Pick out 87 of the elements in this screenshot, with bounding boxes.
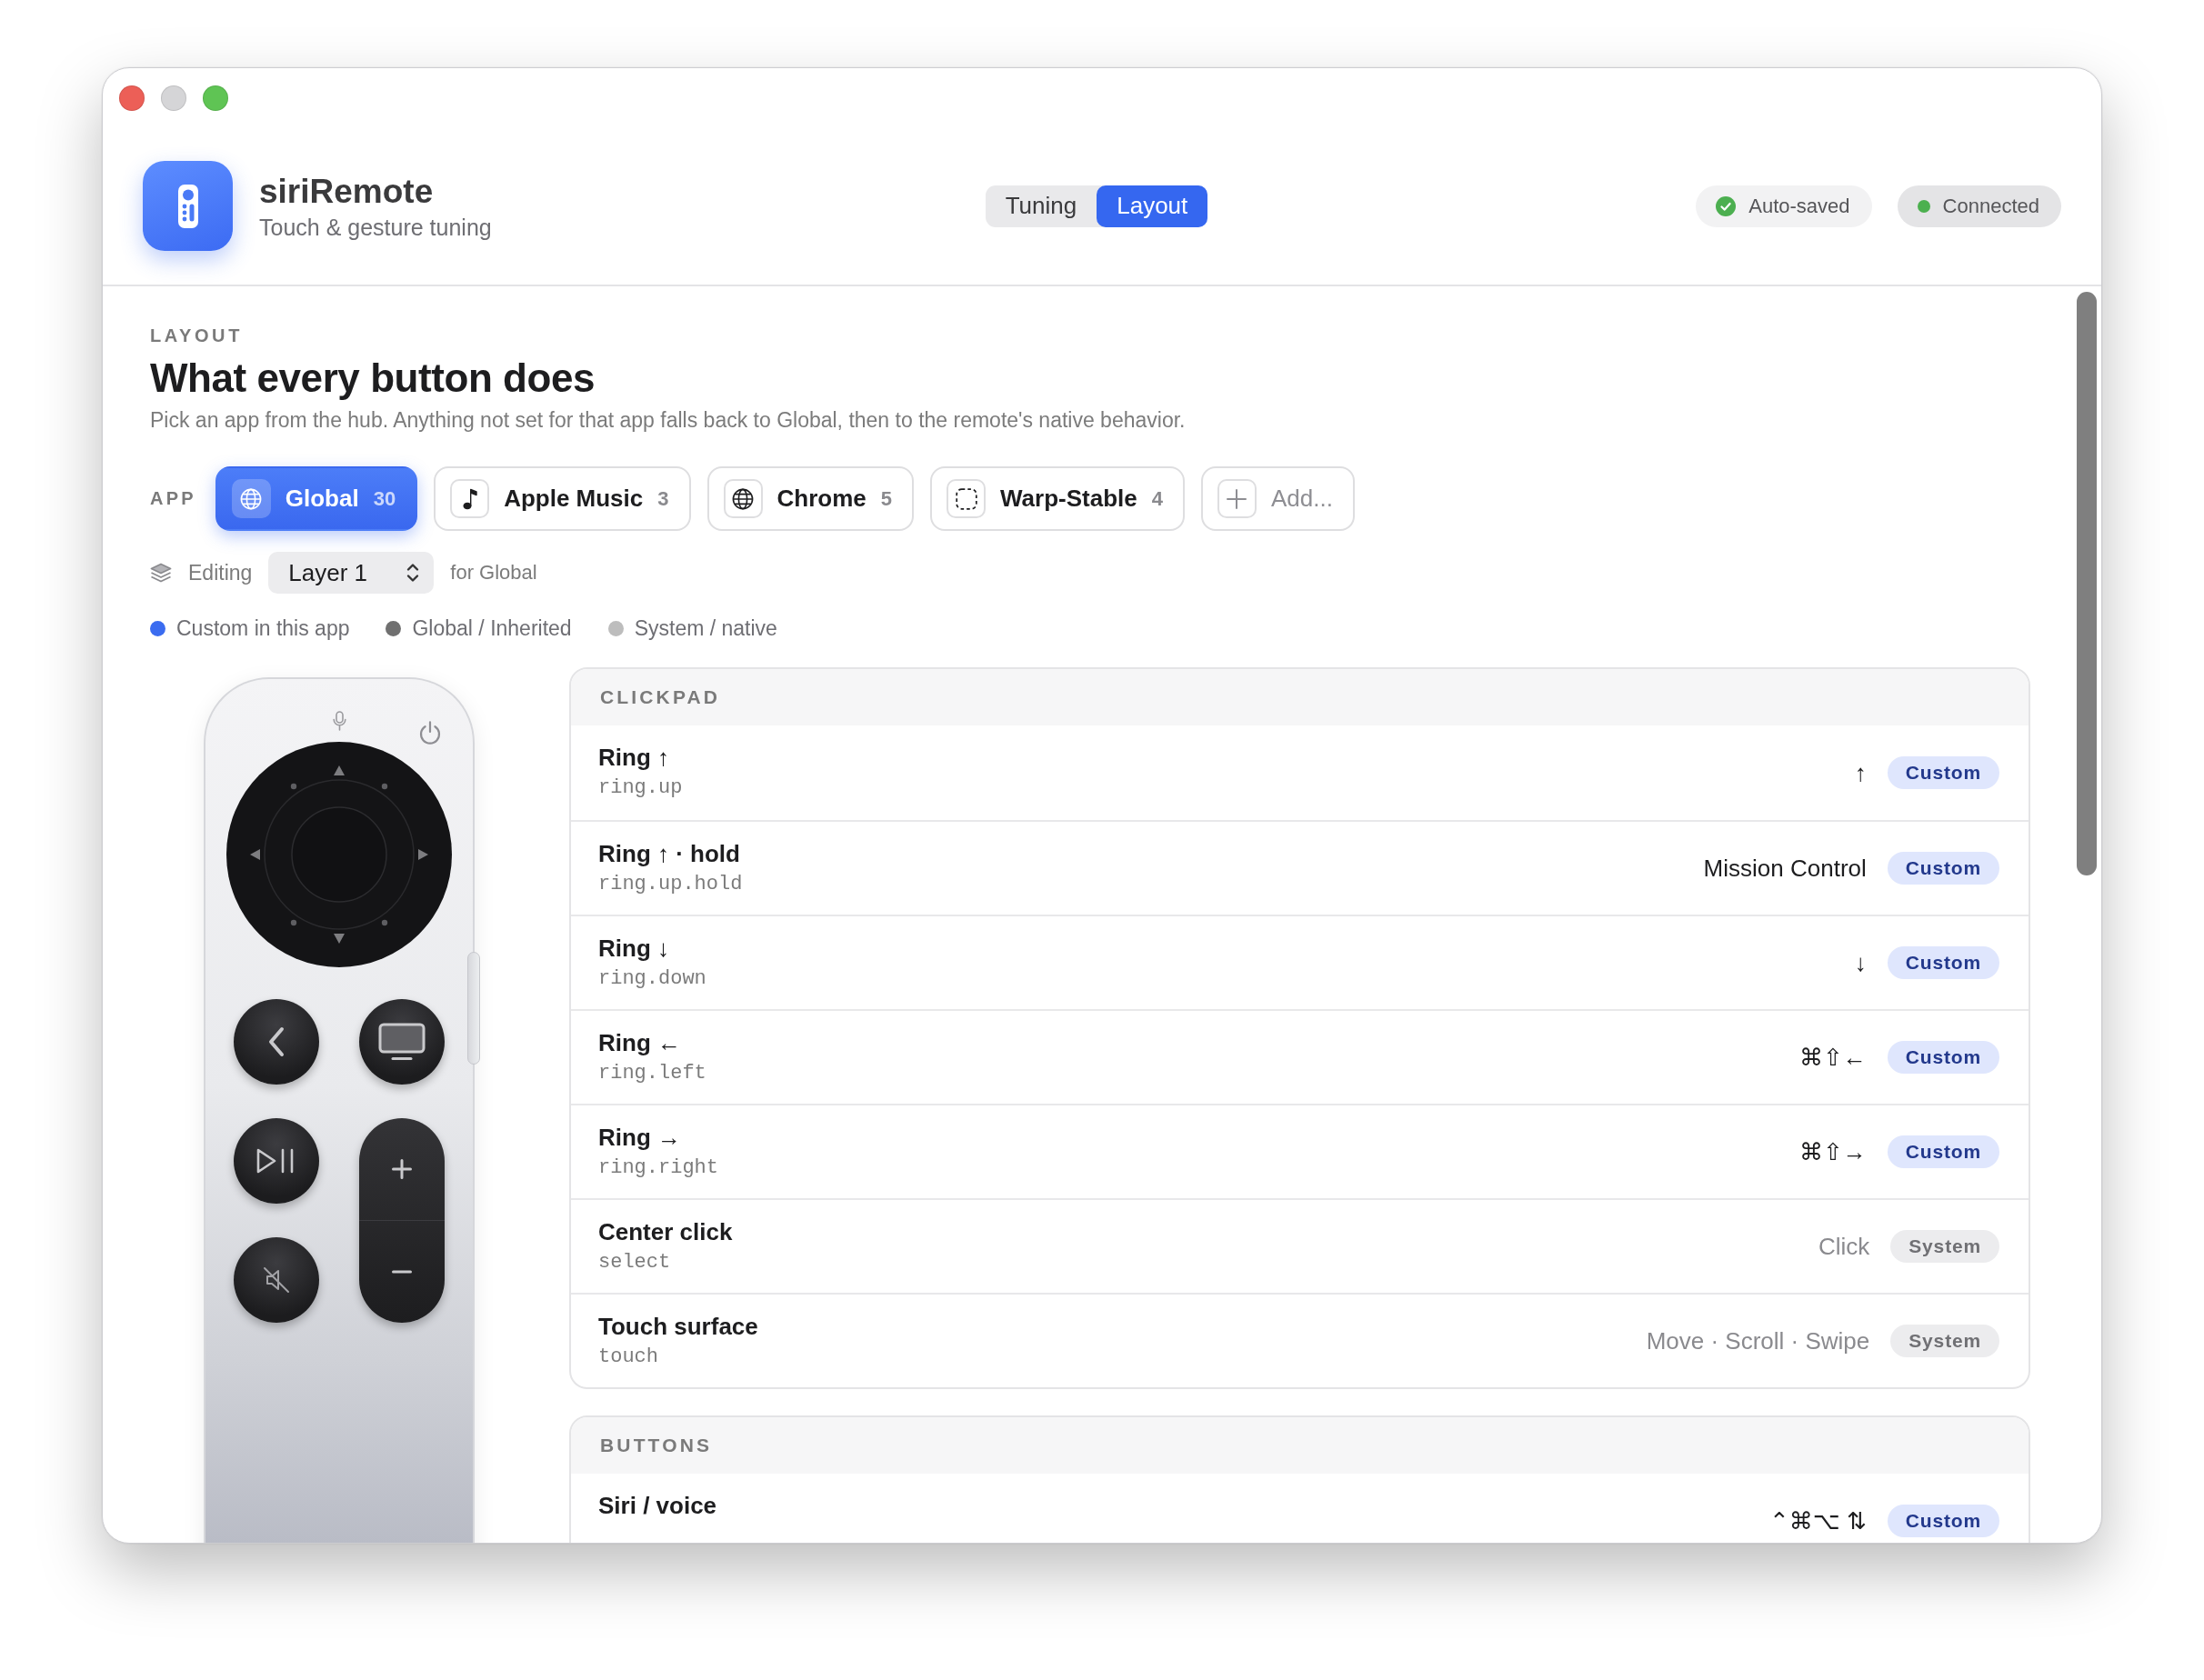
tv-button[interactable] bbox=[359, 999, 445, 1085]
status-label: Connected bbox=[1942, 194, 2039, 218]
section-header: CLICKPAD bbox=[571, 669, 2029, 725]
mapping-key: ring.down bbox=[598, 967, 706, 991]
dot-icon bbox=[381, 783, 388, 790]
legend-label: System / native bbox=[634, 615, 777, 641]
mode-tab[interactable]: Layout bbox=[1097, 185, 1208, 227]
mapping-title: Touch surface bbox=[598, 1312, 758, 1341]
triangle-icon bbox=[250, 849, 260, 860]
status-label: Auto-saved bbox=[1748, 194, 1850, 218]
globe-icon bbox=[231, 479, 271, 518]
play-pause-button[interactable] bbox=[234, 1118, 319, 1204]
app-chip[interactable]: Global 30 bbox=[215, 466, 418, 531]
app-title: siriRemote bbox=[259, 171, 434, 212]
mapping-value: Move · Scroll · Swipe bbox=[1646, 1326, 1870, 1355]
source-badge: Custom bbox=[1887, 946, 1999, 979]
mapping-key: ring.up.hold bbox=[598, 873, 743, 896]
mapping-title: Ring ↑ · hold bbox=[598, 839, 740, 868]
mapping-key: select bbox=[598, 1251, 671, 1275]
mapping-value: ⌘⇧→ bbox=[1799, 1137, 1867, 1166]
mapping-value: ↓ bbox=[1854, 948, 1867, 977]
mapping-title: Siri / voice bbox=[598, 1491, 717, 1520]
close-button[interactable] bbox=[119, 85, 145, 111]
app-subtitle: Touch & gesture tuning bbox=[259, 213, 492, 241]
back-button[interactable] bbox=[234, 999, 319, 1085]
source-badge: Custom bbox=[1887, 756, 1999, 789]
section-eyebrow: LAYOUT bbox=[150, 325, 243, 346]
mapping-title: Ring ← bbox=[598, 1028, 681, 1057]
source-badge: Custom bbox=[1887, 1041, 1999, 1074]
check-circle-icon bbox=[1716, 195, 1737, 216]
scope-label: for Global bbox=[450, 561, 537, 585]
source-badge: Custom bbox=[1887, 1505, 1999, 1537]
layer-select[interactable]: Layer 1 bbox=[268, 552, 435, 594]
zoom-button[interactable] bbox=[203, 85, 228, 111]
mapping-key: ring.right bbox=[598, 1156, 719, 1180]
legend-label: Global / Inherited bbox=[412, 615, 572, 641]
app-chip[interactable]: Warp-Stable 4 bbox=[930, 466, 1185, 531]
tv-icon bbox=[378, 1023, 426, 1061]
power-icon[interactable] bbox=[418, 721, 442, 745]
speaker-slash-icon bbox=[263, 1266, 290, 1294]
status-dot-icon bbox=[1917, 199, 1930, 213]
volume-rocker[interactable] bbox=[359, 1118, 445, 1323]
triangle-icon bbox=[418, 849, 428, 860]
globe-icon bbox=[723, 479, 763, 518]
app-picker-label: APP bbox=[150, 488, 196, 509]
mapping-value: Mission Control bbox=[1703, 854, 1867, 883]
scrollbar[interactable] bbox=[2077, 292, 2097, 875]
microphone-icon bbox=[332, 711, 346, 731]
dot-icon bbox=[290, 919, 297, 926]
clickpad[interactable] bbox=[226, 742, 452, 967]
mute-button[interactable] bbox=[234, 1237, 319, 1323]
plus-icon bbox=[392, 1159, 412, 1179]
minus-icon bbox=[392, 1270, 412, 1274]
section-header: BUTTONS bbox=[571, 1417, 2029, 1474]
mapping-key: ring.up bbox=[598, 776, 683, 800]
mapping-title: Ring ↓ bbox=[598, 934, 669, 963]
mapping-value: ↑ bbox=[1854, 758, 1867, 787]
remote-icon bbox=[143, 161, 233, 251]
mapping-title: Ring ↑ bbox=[598, 743, 669, 772]
editing-label: Editing bbox=[188, 560, 253, 585]
chevron-up-down-icon bbox=[406, 563, 420, 583]
music-note-icon bbox=[450, 479, 490, 518]
page-title: What every button does bbox=[150, 355, 596, 402]
mapping-value: Click bbox=[1818, 1232, 1870, 1261]
source-badge: Custom bbox=[1887, 852, 1999, 885]
mapping-value: ⌃⌘⌥ ⇅ bbox=[1769, 1506, 1867, 1535]
plus-icon bbox=[1217, 479, 1257, 518]
source-badge: System bbox=[1890, 1230, 1999, 1263]
dot-icon bbox=[381, 919, 388, 926]
mapping-title: Center click bbox=[598, 1217, 733, 1246]
triangle-icon bbox=[334, 934, 345, 944]
legend-label: Custom in this app bbox=[176, 615, 350, 641]
app-chip[interactable]: Chrome 5 bbox=[706, 466, 914, 531]
page-description: Pick an app from the hub. Anything not set for that app falls back to Global, then to the remote's native behavior. bbox=[150, 407, 1186, 433]
mapping-key: touch bbox=[598, 1345, 658, 1369]
mode-tab[interactable]: Tuning bbox=[985, 185, 1097, 227]
app-chip[interactable]: Apple Music 3 bbox=[434, 466, 691, 531]
mapping-key: ring.left bbox=[598, 1062, 706, 1085]
mapping-title: Ring → bbox=[598, 1123, 681, 1152]
chevron-left-icon bbox=[267, 1026, 286, 1057]
dashed-square-icon bbox=[947, 479, 986, 518]
dot-icon bbox=[290, 783, 297, 790]
layers-icon bbox=[150, 563, 172, 583]
mapping-value: ⌘⇧← bbox=[1799, 1043, 1867, 1072]
triangle-icon bbox=[334, 765, 345, 775]
source-badge: System bbox=[1890, 1325, 1999, 1357]
source-badge: Custom bbox=[1887, 1135, 1999, 1168]
